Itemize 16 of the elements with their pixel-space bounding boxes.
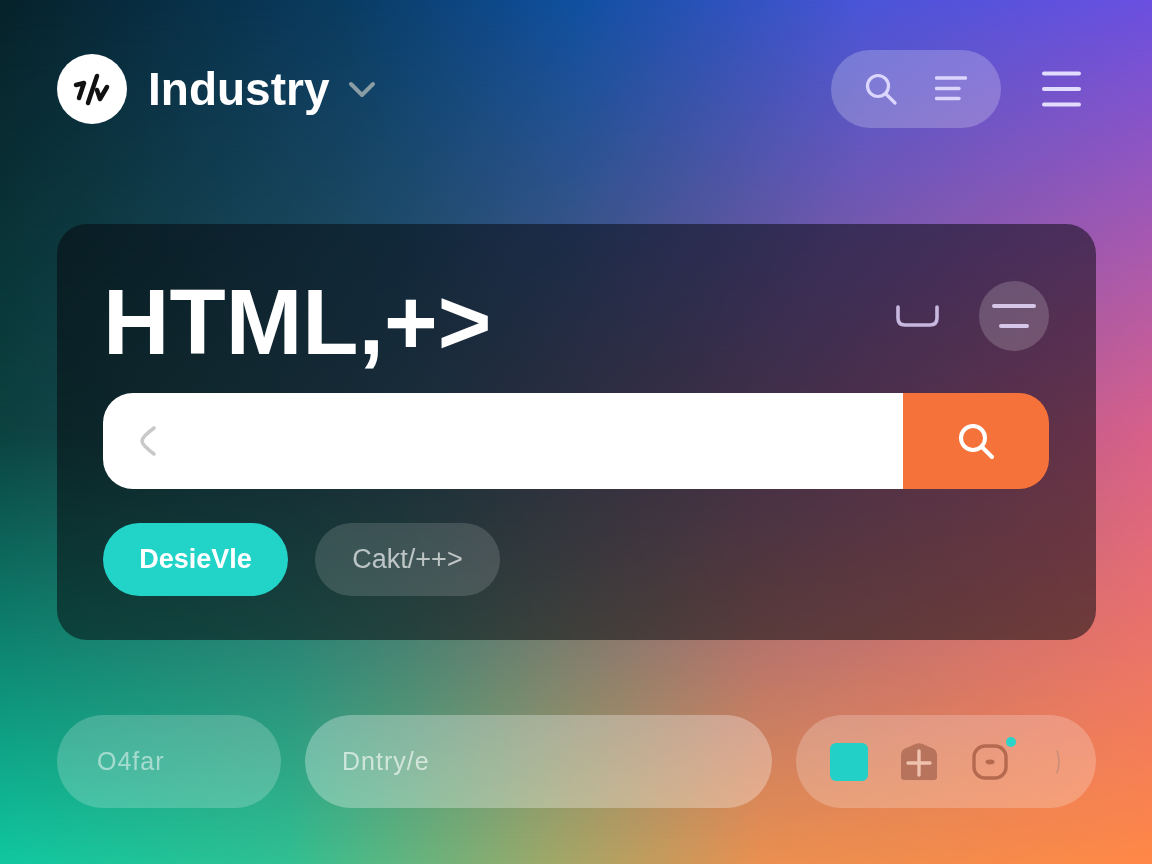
arc-icon: [1056, 749, 1062, 774]
logo-icon: [57, 54, 127, 124]
chevron-left-icon: [138, 425, 157, 457]
hero-title: HTML,+>: [103, 276, 492, 368]
brand-dropdown[interactable]: Industry: [148, 63, 377, 115]
search-icon: [865, 73, 897, 105]
rounded-square-icon[interactable]: [972, 743, 1008, 780]
search-field[interactable]: [103, 393, 903, 489]
search-button[interactable]: [903, 393, 1049, 489]
color-swatch-icon[interactable]: [830, 742, 868, 781]
menu-icon: [1042, 71, 1081, 107]
chevron-down-icon: [348, 80, 377, 98]
lines-icon: [992, 303, 1036, 329]
category-chip[interactable]: Cakt/++>: [315, 523, 500, 596]
cup-icon: [896, 305, 939, 327]
search-icon: [957, 422, 995, 460]
